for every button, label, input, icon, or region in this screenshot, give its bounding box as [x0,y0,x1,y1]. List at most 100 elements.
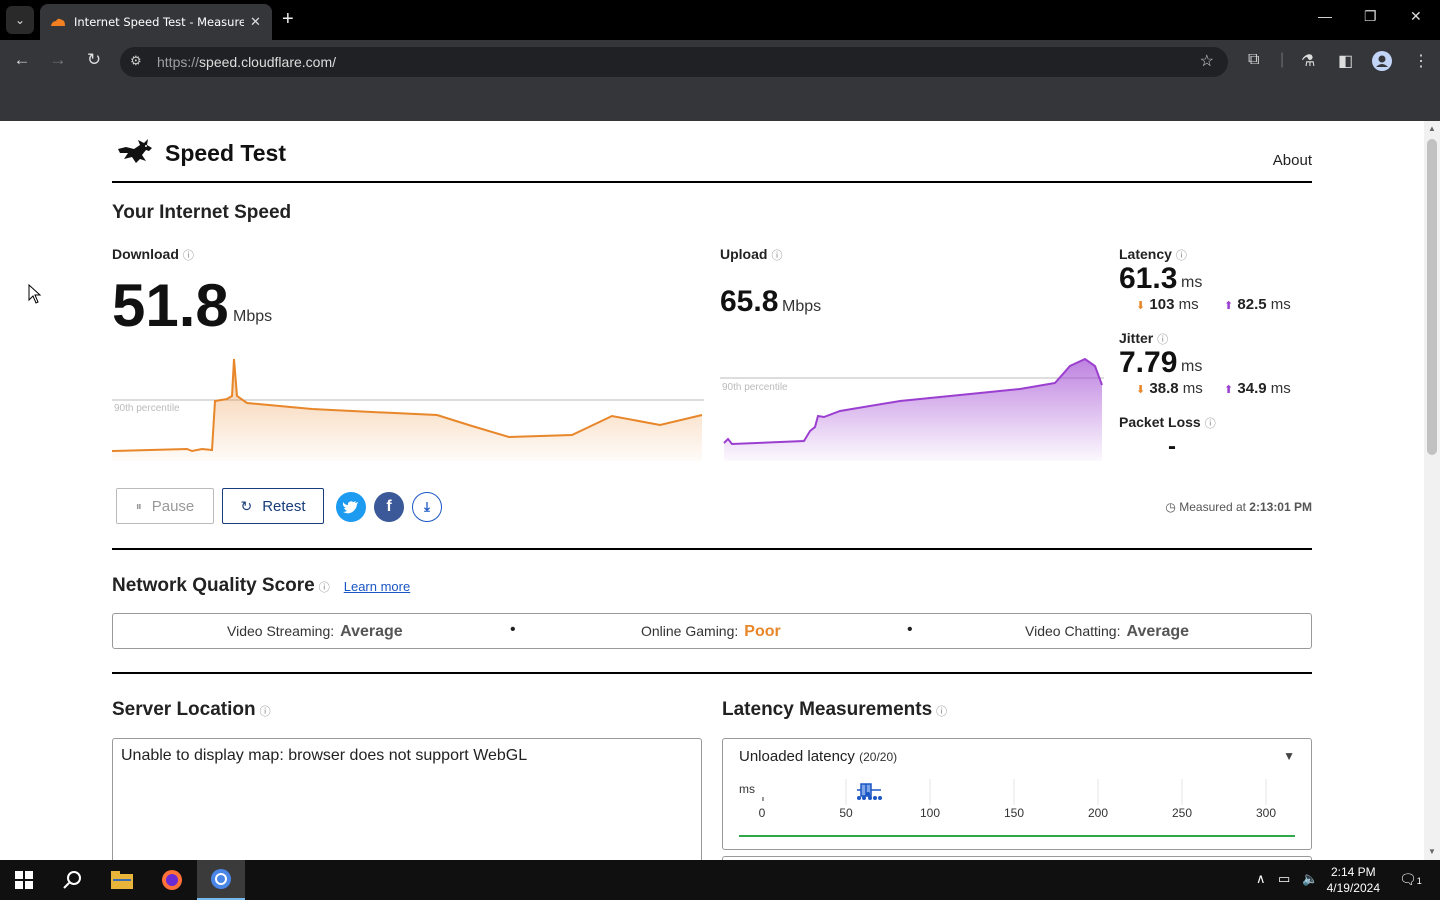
tick-label: 0 [759,806,766,820]
url-text[interactable]: https://speed.cloudflare.com/ [157,54,336,70]
close-tab-icon[interactable]: ✕ [250,14,261,30]
tick-label: 150 [1004,806,1024,820]
info-icon[interactable]: ⓘ [1157,334,1168,346]
download-icon: ⤓ [424,499,430,514]
info-icon[interactable]: ⓘ [1205,418,1216,430]
menu-kebab-icon[interactable]: ⋮ [1413,51,1429,71]
back-icon[interactable]: ← [10,50,34,70]
profile-avatar-icon[interactable] [1372,51,1392,76]
nqs-online-gaming: Online Gaming: Poor [641,623,781,640]
axis-unit: ms [739,782,755,796]
address-bar[interactable]: ⚙ https://speed.cloudflare.com/ ☆ [120,47,1228,77]
info-icon[interactable]: ⓘ [771,250,782,262]
nqs-separator: • [907,621,913,638]
bookmark-star-icon[interactable]: ☆ [1200,51,1214,71]
firefox-icon[interactable] [148,860,196,900]
download-arrow-icon: ⬇ [1136,300,1146,312]
download-results-button[interactable]: ⤓ [412,492,442,522]
pause-icon: ⏸ [135,498,142,513]
twitter-share-button[interactable] [336,492,366,522]
upload-label: Upload ⓘ [720,246,783,262]
latency-download: ⬇ 103 ms [1136,296,1199,313]
volume-muted-icon[interactable]: 🔈 [1302,871,1318,887]
tick-label: 300 [1256,806,1276,820]
unloaded-latency-panel[interactable]: Unloaded latency (20/20) ▼ ms 0 50 100 1… [722,738,1312,850]
download-value: 51.8 [112,272,229,339]
tray-chevron-icon[interactable]: ∧ [1256,871,1266,887]
taskbar-clock[interactable]: 2:14 PM 4/19/2024 [1327,864,1380,896]
search-icon[interactable] [48,860,96,900]
info-icon[interactable]: ⓘ [319,582,330,594]
nqs-separator: • [510,621,516,638]
unloaded-latency-title: Unloaded latency (20/20) [739,748,898,765]
nqs-video-chatting: Video Chatting: Average [1025,623,1190,640]
packet-loss-label: Packet Loss ⓘ [1119,414,1216,430]
scroll-thumb[interactable] [1427,139,1437,455]
learn-more-link[interactable]: Learn more [344,579,410,594]
side-panel-icon[interactable]: ◧ [1338,51,1353,71]
scroll-down-icon[interactable]: ▼ [1428,847,1436,856]
map-container: Unable to display map: browser does not … [112,738,702,860]
chrome-icon[interactable] [197,860,245,900]
nqs-video-streaming: Video Streaming: Average [227,623,403,640]
info-icon[interactable]: ⓘ [1176,250,1187,262]
restore-icon[interactable]: ❐ [1364,8,1377,25]
divider [112,672,1312,674]
server-location-heading: Server Location ⓘ [112,699,271,720]
site-header: Speed Test About [112,135,1312,183]
latency-value: 61.3 [1119,262,1178,295]
separator: | [1280,51,1285,68]
upload-percentile-label: 90th percentile [722,382,788,393]
page-viewport: Speed Test About Your Internet Speed Dow… [0,121,1424,860]
nqs-heading: Network Quality Score ⓘ Learn more [112,575,411,596]
minimize-icon[interactable]: — [1318,8,1332,24]
info-icon[interactable]: ⓘ [260,706,271,718]
download-chart: 90th percentile [112,358,704,461]
bookmark-bar [0,84,1440,121]
site-title: Speed Test [165,140,286,166]
site-info-icon[interactable]: ⚙ [130,53,142,69]
network-icon[interactable]: ▭ [1278,871,1290,887]
notifications-icon[interactable]: 🗨1 [1399,871,1422,888]
tick-label: 200 [1088,806,1108,820]
labs-flask-icon[interactable]: ⚗ [1301,51,1315,71]
page-scrollbar[interactable]: ▲ ▼ [1424,121,1440,860]
cloudflare-favicon-icon [51,18,65,26]
extensions-icon[interactable]: ⧉ [1248,51,1259,69]
upload-chart: 90th percentile [720,357,1104,461]
file-explorer-icon[interactable] [98,860,146,900]
start-icon[interactable] [0,860,48,900]
retest-icon: ↻ [240,497,253,514]
divider [112,548,1312,550]
jitter-value: 7.79 [1119,346,1178,379]
clock-date: 4/19/2024 [1326,881,1380,895]
clock-icon: ◷ [1165,500,1176,514]
twitter-icon [343,501,358,514]
pause-button[interactable]: ⏸ Pause [116,488,214,524]
info-icon[interactable]: ⓘ [183,250,194,262]
internet-speed-heading: Your Internet Speed [112,202,292,223]
latency-unit: ms [1181,274,1203,291]
download-arrow-icon: ⬇ [1136,384,1146,396]
download-label: Download ⓘ [112,246,194,262]
close-window-icon[interactable]: ✕ [1410,8,1422,25]
nqs-box: Video Streaming: Average • Online Gaming:… [112,613,1312,649]
expand-caret-icon[interactable]: ▼ [1283,749,1295,763]
tab-search-button[interactable]: ⌄ [6,6,34,34]
info-icon[interactable]: ⓘ [936,706,947,718]
map-message: Unable to display map: browser does not … [121,747,528,764]
new-tab-button[interactable]: + [282,8,294,30]
retest-button[interactable]: ↻ Retest [222,488,324,524]
scroll-up-icon[interactable]: ▲ [1428,124,1436,133]
tick-label: 250 [1172,806,1192,820]
active-tab[interactable]: Internet Speed Test - Measure ✕ [40,4,272,40]
measured-at: ◷ Measured at 2:13:01 PM [1165,500,1312,514]
latency-box [857,783,882,800]
about-link[interactable]: About [1273,152,1312,169]
upload-arrow-icon: ⬆ [1224,300,1234,312]
forward-icon[interactable]: → [46,50,70,70]
reload-icon[interactable]: ↻ [82,50,106,70]
tick-label: 100 [920,806,940,820]
facebook-share-button[interactable]: f [374,492,404,522]
jitter-label: Jitter ⓘ [1119,330,1169,346]
